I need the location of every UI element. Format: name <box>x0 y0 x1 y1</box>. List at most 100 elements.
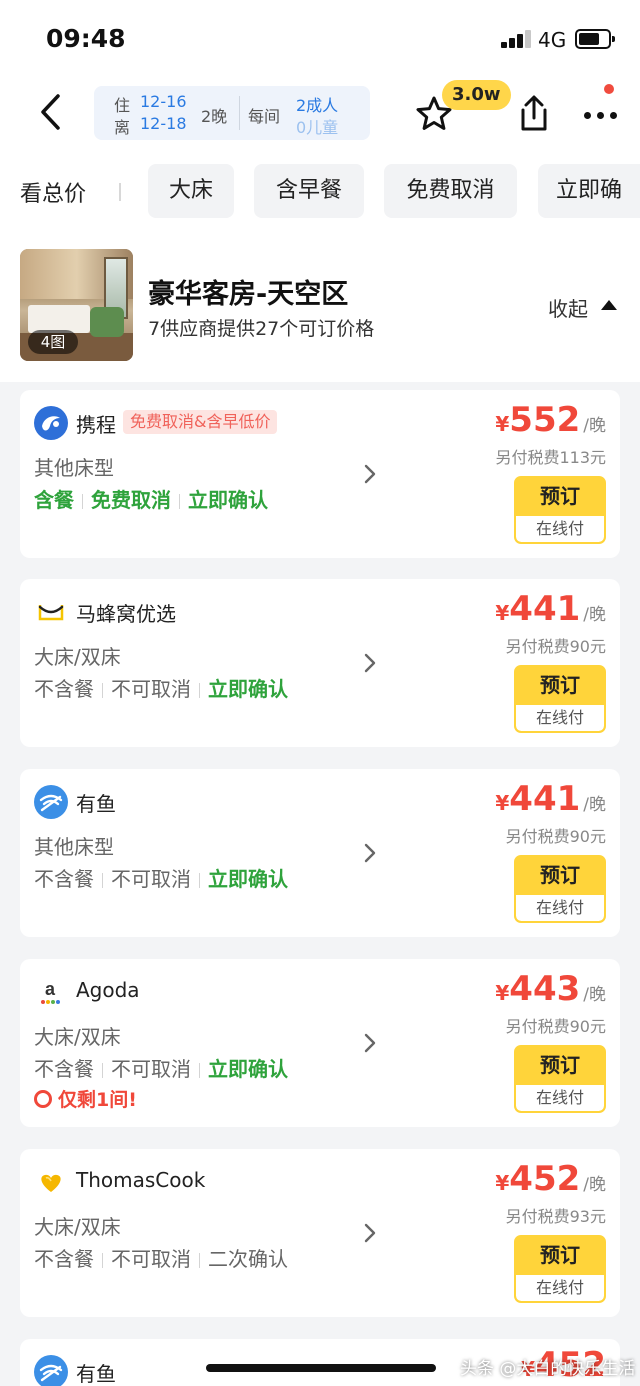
book-label: 预订 <box>540 863 580 887</box>
policy-tags: 不含餐 不可取消 立即确认 <box>34 863 288 892</box>
confirm-tag: 立即确认 <box>208 867 288 891</box>
bed-type: 其他床型 <box>34 456 114 480</box>
pay-method-label: 在线付 <box>516 705 604 731</box>
battery-icon <box>575 29 615 49</box>
meal-tag: 不含餐 <box>34 1057 94 1081</box>
cancel-tag: 不可取消 <box>111 677 191 701</box>
cancel-tag: 免费取消 <box>91 488 171 512</box>
youyu-logo-icon <box>34 785 68 819</box>
nights-count: 2晚 <box>201 107 228 126</box>
book-label: 预订 <box>540 1053 580 1077</box>
date-guest-selector[interactable]: 住 12-16 离 12-18 2晚 每间 2成人 0儿童 <box>94 86 370 140</box>
policy-tags: 不含餐 不可取消 立即确认 <box>34 1053 288 1082</box>
filter-chip-free-cancel[interactable]: 免费取消 <box>384 164 517 218</box>
divider <box>239 96 240 130</box>
image-count-badge: 4图 <box>28 330 78 354</box>
chevron-right-icon <box>364 1223 376 1243</box>
children-count: 0儿童 <box>296 118 339 137</box>
checkin-date: 12-16 <box>140 92 187 111</box>
tax-note: 另付税费90元 <box>505 827 606 846</box>
chevron-left-icon <box>41 94 60 130</box>
offer-card[interactable]: 有鱼 其他床型 不含餐 不可取消 立即确认 ¥441/晚 另付税费90元 预订 在线… <box>20 769 620 937</box>
book-label: 预订 <box>540 673 580 697</box>
price: ¥552/晚 <box>495 400 606 440</box>
signal-icon <box>501 30 533 48</box>
more-button[interactable] <box>580 100 622 130</box>
room-subtitle: 7供应商提供27个可订价格 <box>148 318 375 340</box>
header-section: 09:48 4G 住 12-16 离 12-18 2晚 每间 2成人 0儿童 3… <box>0 0 640 382</box>
book-button[interactable]: 预订 在线付 <box>514 665 606 733</box>
confirm-tag: 立即确认 <box>188 488 268 512</box>
watermark: 头条 @大白的快乐生活 <box>460 1359 636 1379</box>
agoda-logo-icon: a <box>34 975 68 1009</box>
favorites-count-badge: 3.0w <box>442 80 511 110</box>
price: ¥452/晚 <box>495 1159 606 1199</box>
offer-card[interactable]: 马蜂窝优选 大床/双床 不含餐 不可取消 立即确认 ¥441/晚 另付税费90元 预… <box>20 579 620 747</box>
filter-chip-instant-confirm[interactable]: 立即确 <box>538 164 640 218</box>
promo-badge: 免费取消&含早低价 <box>123 410 278 434</box>
supplier-name: ThomasCook <box>76 1168 206 1192</box>
mafengwo-logo-icon <box>34 595 68 629</box>
meal-tag: 不含餐 <box>34 677 94 701</box>
chevron-right-icon <box>364 1033 376 1053</box>
book-button[interactable]: 预订 在线付 <box>514 1045 606 1113</box>
pay-method-label: 在线付 <box>516 1085 604 1111</box>
supplier-name: 有鱼 <box>76 792 116 816</box>
offer-card[interactable]: a Agoda 大床/双床 不含餐 不可取消 立即确认 仅剩1间! ¥443/晚 另… <box>20 959 620 1127</box>
bed-type: 大床/双床 <box>34 645 121 669</box>
room-title: 豪华客房-天空区 <box>148 279 349 310</box>
book-button[interactable]: 预订 在线付 <box>514 855 606 923</box>
scarcity-note: 仅剩1间! <box>34 1085 137 1112</box>
status-time: 09:48 <box>46 24 126 53</box>
book-label: 预订 <box>540 1243 580 1267</box>
supplier-name: 携程 <box>76 413 116 437</box>
caret-up-icon <box>601 300 617 310</box>
supplier-name: 有鱼 <box>76 1362 116 1386</box>
offer-card[interactable]: ThomasCook 大床/双床 不含餐 不可取消 二次确认 ¥452/晚 另付税费… <box>20 1149 620 1317</box>
price: ¥443/晚 <box>495 969 606 1009</box>
total-price-toggle[interactable]: 看总价 <box>20 176 86 208</box>
tax-note: 另付税费90元 <box>505 1017 606 1036</box>
adults-count: 2成人 <box>296 96 339 115</box>
divider <box>119 183 121 201</box>
confirm-tag: 立即确认 <box>208 677 288 701</box>
share-icon <box>521 95 547 131</box>
book-button[interactable]: 预订 在线付 <box>514 476 606 544</box>
back-button[interactable] <box>30 90 74 134</box>
filter-chip-breakfast[interactable]: 含早餐 <box>254 164 364 218</box>
policy-tags: 含餐 免费取消 立即确认 <box>34 484 268 513</box>
confirm-tag: 立即确认 <box>208 1057 288 1081</box>
chevron-right-icon <box>364 653 376 673</box>
youyu-logo-icon <box>34 1355 68 1386</box>
tax-note: 另付税费113元 <box>495 448 606 467</box>
pay-method-label: 在线付 <box>516 1275 604 1301</box>
ctrip-logo-icon <box>34 406 68 440</box>
collapse-button[interactable]: 收起 <box>548 293 588 322</box>
pay-method-label: 在线付 <box>516 895 604 921</box>
policy-tags: 不含餐 不可取消 二次确认 <box>34 1243 288 1272</box>
checkout-date: 12-18 <box>140 114 187 133</box>
tax-note: 另付税费90元 <box>505 637 606 656</box>
cancel-tag: 不可取消 <box>111 1247 191 1271</box>
bed-type: 大床/双床 <box>34 1215 121 1239</box>
cancel-tag: 不可取消 <box>111 867 191 891</box>
network-label: 4G <box>538 28 567 52</box>
book-button[interactable]: 预订 在线付 <box>514 1235 606 1303</box>
chevron-right-icon <box>364 843 376 863</box>
pay-method-label: 在线付 <box>516 516 604 542</box>
offer-card[interactable]: 携程 免费取消&含早低价 其他床型 含餐 免费取消 立即确认 ¥552/晚 另付税费… <box>20 390 620 558</box>
meal-tag: 不含餐 <box>34 867 94 891</box>
bed-type: 其他床型 <box>34 835 114 859</box>
supplier-name: 马蜂窝优选 <box>76 602 176 626</box>
filter-chip-king-bed[interactable]: 大床 <box>148 164 234 218</box>
home-indicator[interactable] <box>206 1364 436 1372</box>
clock-icon <box>34 1090 52 1108</box>
policy-tags: 不含餐 不可取消 立即确认 <box>34 673 288 702</box>
price: ¥441/晚 <box>495 779 606 819</box>
share-button[interactable] <box>514 94 554 134</box>
per-room-label: 每间 <box>248 107 281 126</box>
thomascook-logo-icon <box>34 1165 68 1199</box>
svg-text:a: a <box>45 979 56 999</box>
book-label: 预订 <box>540 484 580 508</box>
confirm-tag: 二次确认 <box>208 1247 288 1271</box>
